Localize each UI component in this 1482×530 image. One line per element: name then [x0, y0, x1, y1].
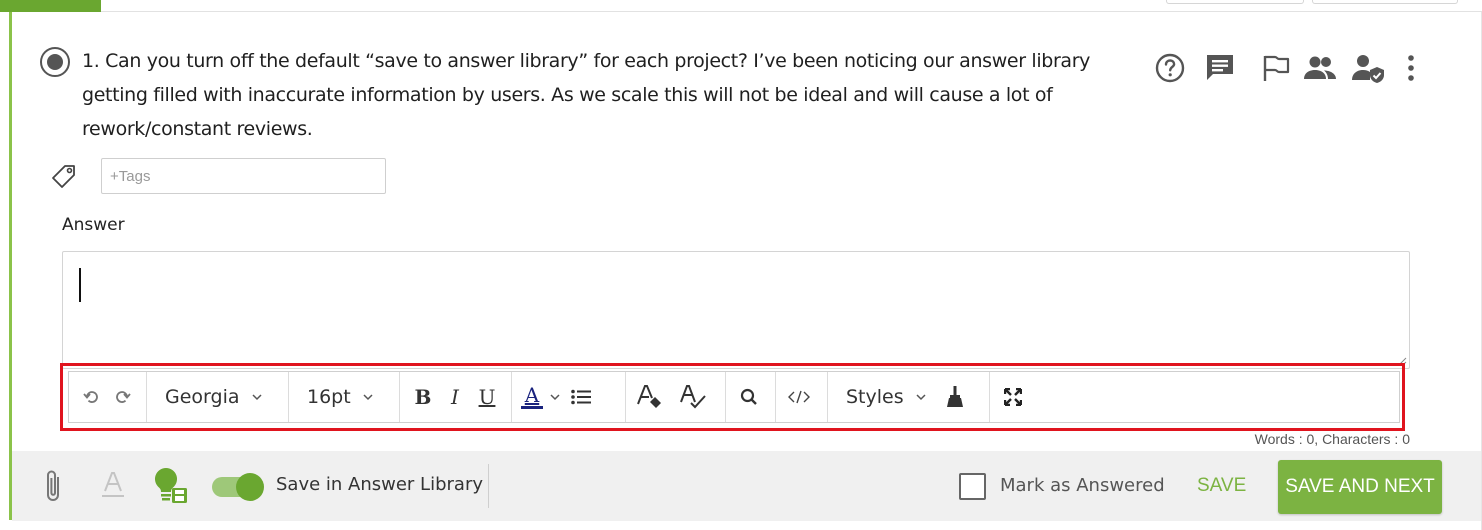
tag-icon — [50, 164, 78, 190]
word-character-count: Words : 0, Characters : 0 — [1254, 431, 1410, 447]
save-button[interactable]: SAVE — [1197, 475, 1246, 497]
font-color-button[interactable]: A — [520, 379, 544, 415]
mark-answered-label: Mark as Answered — [1000, 475, 1165, 496]
code-icon — [788, 390, 810, 404]
source-code-button[interactable] — [784, 379, 814, 415]
color-list-group: A — [512, 372, 626, 422]
redo-icon — [116, 391, 131, 403]
font-size-dropdown[interactable]: 16pt — [297, 386, 383, 408]
toggle-knob — [236, 473, 264, 501]
text-format-group: B I U — [400, 372, 512, 422]
question-radio[interactable] — [40, 47, 70, 77]
font-color-swatch — [521, 406, 543, 409]
format-tools-group — [626, 372, 726, 422]
find-group — [726, 372, 776, 422]
comment-icon[interactable] — [1202, 50, 1238, 86]
fullscreen-button[interactable] — [998, 379, 1028, 415]
top-divider — [101, 11, 1482, 12]
redo-button[interactable] — [107, 379, 137, 415]
format-eraser-icon — [637, 385, 661, 408]
find-button[interactable] — [734, 379, 764, 415]
font-color-glyph: A — [524, 383, 540, 407]
font-family-group: Georgia — [147, 372, 289, 422]
format-painter-button[interactable] — [940, 379, 970, 415]
mark-answered-checkbox[interactable] — [959, 473, 986, 500]
spellcheck-button[interactable] — [678, 379, 708, 415]
active-tab-indicator — [0, 0, 101, 12]
italic-button[interactable]: I — [440, 379, 470, 415]
reviewer-verified-icon[interactable] — [1350, 50, 1386, 86]
text-caret — [79, 268, 81, 302]
fullscreen-group — [990, 372, 1036, 422]
chevron-down-icon — [251, 393, 262, 400]
tags-input[interactable] — [101, 158, 386, 194]
radio-dot — [47, 54, 63, 70]
editor-toolbar: Georgia 16pt B I U A Styles — [68, 371, 1400, 423]
attachment-icon[interactable] — [40, 468, 66, 504]
chevron-down-icon — [916, 393, 926, 400]
lightbulb-save-icon[interactable] — [153, 466, 189, 504]
font-family-value: Georgia — [165, 386, 240, 408]
question-status-bar — [9, 12, 12, 520]
help-circle-icon[interactable] — [1152, 50, 1188, 86]
source-group — [776, 372, 828, 422]
bullet-list-icon — [571, 389, 591, 405]
undo-button[interactable] — [77, 379, 107, 415]
styles-dropdown[interactable]: Styles — [836, 386, 936, 408]
more-vertical-icon[interactable] — [1393, 50, 1429, 86]
font-family-dropdown[interactable]: Georgia — [155, 386, 272, 408]
clear-format-button[interactable] — [634, 379, 664, 415]
styles-group: Styles — [828, 372, 990, 422]
top-control-right[interactable] — [1312, 0, 1458, 4]
font-size-value: 16pt — [307, 386, 351, 408]
top-control-left[interactable] — [1166, 0, 1304, 4]
undo-redo-group — [69, 372, 147, 422]
undo-icon — [83, 391, 98, 403]
answer-editor[interactable] — [62, 251, 1410, 369]
flag-icon[interactable] — [1258, 50, 1294, 86]
answer-label: Answer — [62, 215, 125, 235]
styles-label: Styles — [846, 386, 904, 408]
save-library-label: Save in Answer Library — [276, 474, 483, 495]
save-and-next-button[interactable]: SAVE AND NEXT — [1278, 460, 1442, 514]
bold-button[interactable]: B — [408, 379, 438, 415]
assignees-icon[interactable] — [1302, 50, 1338, 86]
bullet-list-button[interactable] — [566, 379, 596, 415]
save-library-toggle[interactable] — [212, 473, 264, 501]
font-size-group: 16pt — [289, 372, 400, 422]
spellcheck-icon — [680, 385, 706, 409]
text-format-disabled-icon[interactable] — [100, 470, 126, 500]
broom-icon — [946, 386, 963, 407]
expand-icon — [1004, 388, 1022, 406]
font-color-chevron-down-icon[interactable] — [550, 393, 560, 401]
footer-divider — [488, 464, 489, 508]
question-text: 1. Can you turn off the default “save to… — [82, 50, 1091, 140]
chevron-down-icon — [363, 393, 373, 400]
underline-button[interactable]: U — [472, 379, 502, 415]
search-icon — [740, 388, 757, 405]
